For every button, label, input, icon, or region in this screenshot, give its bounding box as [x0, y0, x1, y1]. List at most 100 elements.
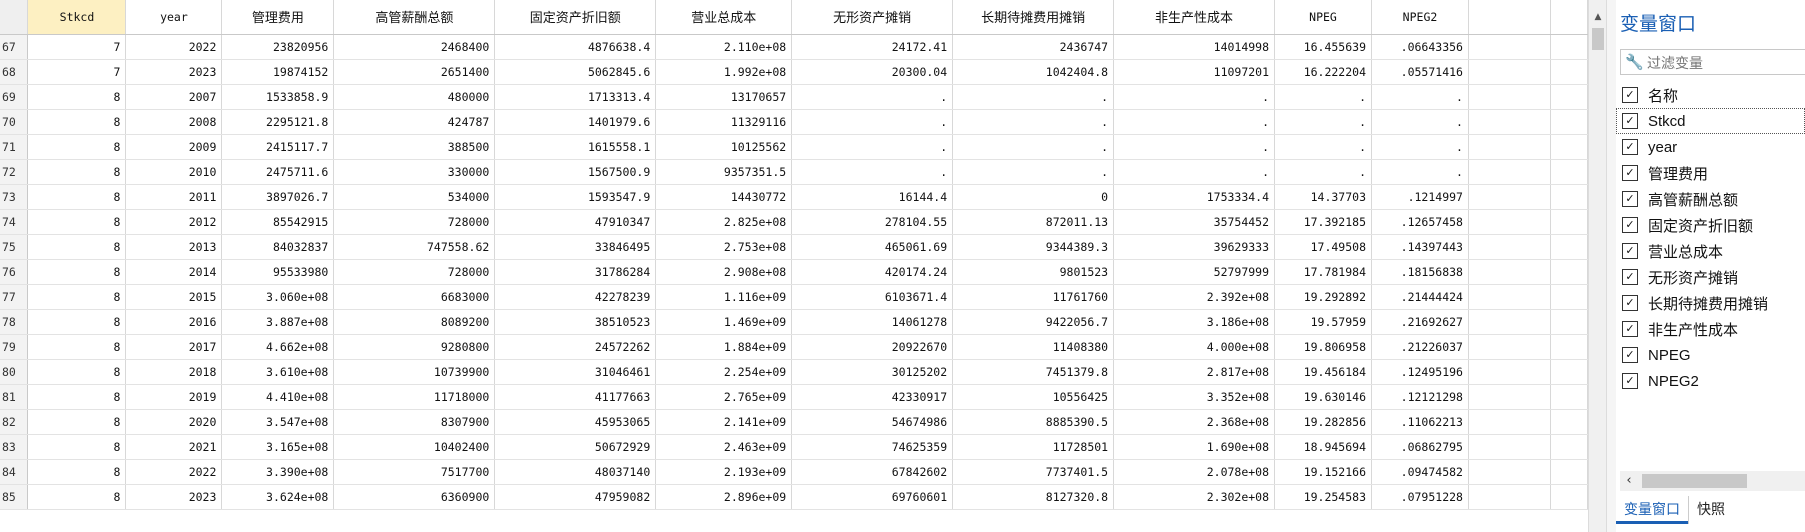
table-cell[interactable]: 8127320.8: [952, 484, 1115, 510]
table-cell[interactable]: .: [791, 84, 954, 110]
table-cell[interactable]: 31786284: [494, 259, 657, 285]
table-cell[interactable]: .: [1274, 159, 1372, 185]
table-cell[interactable]: 480000: [333, 84, 496, 110]
table-cell[interactable]: .21444424: [1371, 284, 1469, 310]
variable-item[interactable]: ✓ 非生产性成本: [1616, 316, 1805, 342]
table-cell[interactable]: .: [1113, 134, 1276, 160]
column-header-4[interactable]: 固定资产折旧额: [494, 0, 657, 35]
checkmark-icon[interactable]: ✓: [1622, 165, 1638, 181]
variable-item[interactable]: ✓ 营业总成本: [1616, 238, 1805, 264]
table-cell[interactable]: 19874152: [221, 59, 335, 85]
filter-box[interactable]: 🔧: [1620, 49, 1805, 75]
table-cell[interactable]: .14397443: [1371, 234, 1469, 260]
table-cell[interactable]: 95533980: [221, 259, 335, 285]
table-cell[interactable]: .: [1371, 84, 1469, 110]
table-cell[interactable]: 2014: [125, 259, 223, 285]
table-cell[interactable]: .21692627: [1371, 309, 1469, 335]
table-cell[interactable]: 8: [27, 434, 127, 460]
table-cell[interactable]: 1.690e+08: [1113, 434, 1276, 460]
table-cell[interactable]: 8089200: [333, 309, 496, 335]
column-header-7[interactable]: 长期待摊费用摊销: [952, 0, 1115, 35]
table-cell[interactable]: 33846495: [494, 234, 657, 260]
table-cell[interactable]: 1593547.9: [494, 184, 657, 210]
column-header-8[interactable]: 非生产性成本: [1113, 0, 1276, 35]
table-cell[interactable]: .: [952, 109, 1115, 135]
checkmark-icon[interactable]: ✓: [1622, 139, 1638, 155]
table-cell[interactable]: 330000: [333, 159, 496, 185]
table-cell[interactable]: 1.992e+08: [655, 59, 793, 85]
table-cell[interactable]: .: [1113, 159, 1276, 185]
checkmark-icon[interactable]: ✓: [1622, 373, 1638, 389]
column-header-0[interactable]: Stkcd: [27, 0, 127, 35]
table-cell[interactable]: 1615558.1: [494, 134, 657, 160]
table-cell[interactable]: 19.57959: [1274, 309, 1372, 335]
table-cell[interactable]: 388500: [333, 134, 496, 160]
table-cell[interactable]: 420174.24: [791, 259, 954, 285]
table-cell[interactable]: 2.896e+09: [655, 484, 793, 510]
table-cell[interactable]: 4.000e+08: [1113, 334, 1276, 360]
table-cell[interactable]: .: [1274, 84, 1372, 110]
table-cell[interactable]: 534000: [333, 184, 496, 210]
table-cell[interactable]: .: [952, 159, 1115, 185]
checkmark-icon[interactable]: ✓: [1622, 347, 1638, 363]
column-header-1[interactable]: year: [125, 0, 223, 35]
table-cell[interactable]: 2651400: [333, 59, 496, 85]
table-cell[interactable]: 19.806958: [1274, 334, 1372, 360]
table-cell[interactable]: .12657458: [1371, 209, 1469, 235]
table-cell[interactable]: 7737401.5: [952, 459, 1115, 485]
table-cell[interactable]: 1.469e+09: [655, 309, 793, 335]
variable-item[interactable]: ✓ 长期待摊费用摊销: [1616, 290, 1805, 316]
table-cell[interactable]: 3.887e+08: [221, 309, 335, 335]
table-cell[interactable]: 278104.55: [791, 209, 954, 235]
table-cell[interactable]: 2.463e+09: [655, 434, 793, 460]
table-cell[interactable]: 9801523: [952, 259, 1115, 285]
table-cell[interactable]: 2295121.8: [221, 109, 335, 135]
table-cell[interactable]: 6360900: [333, 484, 496, 510]
table-cell[interactable]: 18.945694: [1274, 434, 1372, 460]
table-cell[interactable]: 9344389.3: [952, 234, 1115, 260]
table-cell[interactable]: 24572262: [494, 334, 657, 360]
table-cell[interactable]: 4.410e+08: [221, 384, 335, 410]
table-cell[interactable]: 54674986: [791, 409, 954, 435]
table-cell[interactable]: .: [952, 84, 1115, 110]
table-cell[interactable]: 4876638.4: [494, 34, 657, 60]
table-cell[interactable]: 19.254583: [1274, 484, 1372, 510]
table-cell[interactable]: 7451379.8: [952, 359, 1115, 385]
filter-input[interactable]: [1645, 52, 1805, 74]
table-cell[interactable]: 14061278: [791, 309, 954, 335]
table-cell[interactable]: 8: [27, 359, 127, 385]
scroll-thumb[interactable]: [1592, 28, 1604, 50]
table-cell[interactable]: 2019: [125, 384, 223, 410]
variable-item[interactable]: ✓ NPEG: [1616, 342, 1805, 368]
table-cell[interactable]: 17.781984: [1274, 259, 1372, 285]
table-cell[interactable]: .: [1371, 134, 1469, 160]
table-cell[interactable]: 1713313.4: [494, 84, 657, 110]
table-cell[interactable]: 42278239: [494, 284, 657, 310]
column-header-5[interactable]: 营业总成本: [655, 0, 793, 35]
table-cell[interactable]: 8: [27, 134, 127, 160]
table-cell[interactable]: 35754452: [1113, 209, 1276, 235]
table-cell[interactable]: 8: [27, 259, 127, 285]
table-cell[interactable]: 2008: [125, 109, 223, 135]
table-cell[interactable]: 8: [27, 484, 127, 510]
table-cell[interactable]: .06643356: [1371, 34, 1469, 60]
table-cell[interactable]: 24172.41: [791, 34, 954, 60]
table-cell[interactable]: 2436747: [952, 34, 1115, 60]
table-cell[interactable]: 8: [27, 234, 127, 260]
table-cell[interactable]: 2023: [125, 484, 223, 510]
table-cell[interactable]: 48037140: [494, 459, 657, 485]
table-cell[interactable]: 11097201: [1113, 59, 1276, 85]
table-cell[interactable]: 8: [27, 384, 127, 410]
variable-item[interactable]: ✓ Stkcd: [1616, 108, 1805, 134]
table-cell[interactable]: .1214997: [1371, 184, 1469, 210]
table-cell[interactable]: .05571416: [1371, 59, 1469, 85]
table-cell[interactable]: 1533858.9: [221, 84, 335, 110]
table-cell[interactable]: 20300.04: [791, 59, 954, 85]
table-cell[interactable]: .12121298: [1371, 384, 1469, 410]
table-cell[interactable]: 19.152166: [1274, 459, 1372, 485]
checkmark-icon[interactable]: ✓: [1622, 87, 1638, 103]
table-cell[interactable]: 10125562: [655, 134, 793, 160]
table-cell[interactable]: 2.078e+08: [1113, 459, 1276, 485]
table-cell[interactable]: 2022: [125, 459, 223, 485]
table-cell[interactable]: 3.165e+08: [221, 434, 335, 460]
